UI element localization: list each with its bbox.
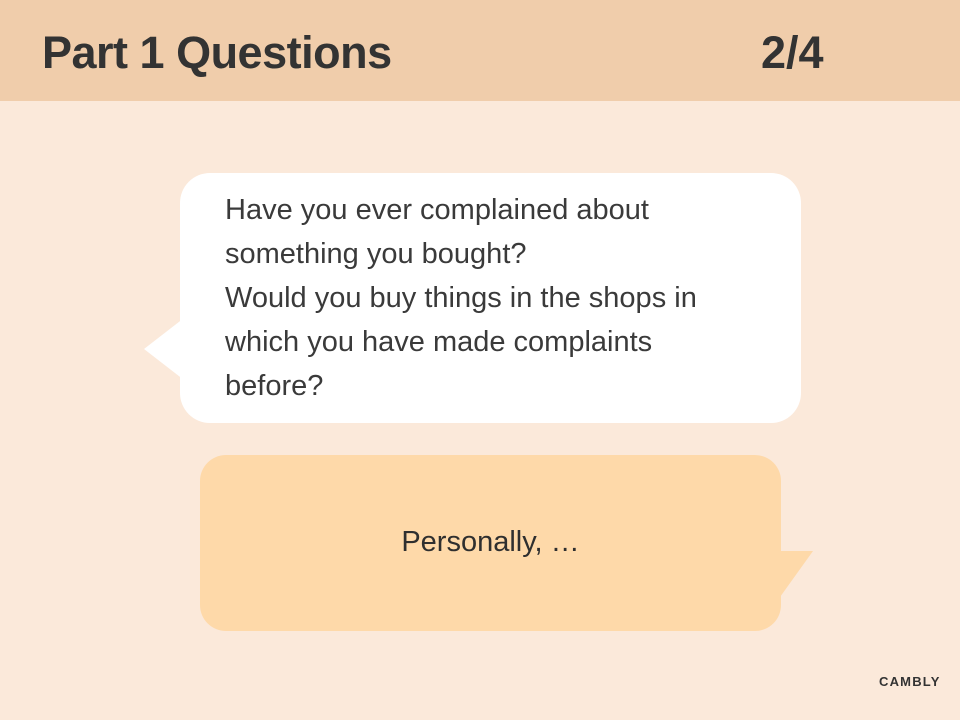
question-line: before? [225,370,324,402]
question-text: Have you ever complained about something… [225,188,785,408]
cambly-logo: CAMBLY [879,674,941,689]
question-line: which you have made complaints [225,326,653,358]
question-line: Would you buy things in the shops in [225,282,697,314]
page-title: Part 1 Questions [42,27,392,78]
header-bar: Part 1 Questions 2/4 [0,0,960,101]
question-bubble-tail [144,318,184,380]
answer-prompt: Personally, … [401,526,580,558]
question-counter: 2/4 [761,27,824,78]
question-line: something you bought? [225,238,527,270]
question-line: Have you ever complained about [225,194,649,226]
